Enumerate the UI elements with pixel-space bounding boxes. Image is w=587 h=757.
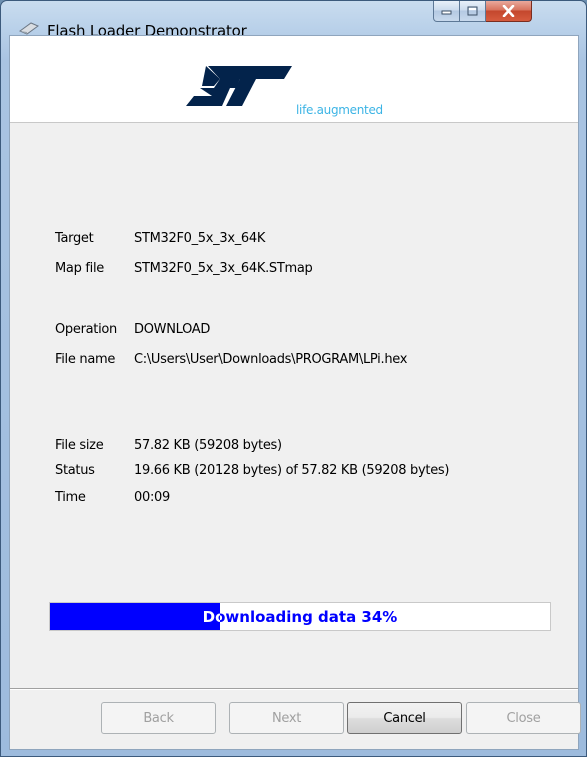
mapfile-label: Map file xyxy=(55,261,104,276)
status-value: 19.66 KB (20128 bytes) of 57.82 KB (5920… xyxy=(134,463,450,478)
back-button[interactable]: Back xyxy=(101,702,216,734)
target-label: Target xyxy=(55,231,94,246)
maximize-button[interactable] xyxy=(460,1,486,22)
close-window-button[interactable] xyxy=(486,1,532,22)
mapfile-value: STM32F0_5x_3x_64K.STmap xyxy=(134,261,313,276)
close-button[interactable]: Close xyxy=(466,702,581,734)
operation-value: DOWNLOAD xyxy=(134,322,211,337)
status-label: Status xyxy=(55,463,95,478)
target-value: STM32F0_5x_3x_64K xyxy=(134,231,266,246)
filesize-label: File size xyxy=(55,438,104,453)
caption-buttons xyxy=(433,1,532,23)
cancel-button[interactable]: Cancel xyxy=(347,702,462,734)
st-logo-icon xyxy=(186,66,292,106)
flash-loader-app-icon xyxy=(19,22,39,35)
next-button[interactable]: Next xyxy=(229,702,344,734)
app-window: Flash Loader Demonstrator life.augmented… xyxy=(0,0,587,757)
progress-text-inverted: Downloading data 34% xyxy=(202,608,220,626)
progress-text-overlay: Downloading data 34% xyxy=(50,603,220,630)
download-progress-bar: Downloading data 34% Downloading data 34… xyxy=(49,602,551,631)
minimize-icon xyxy=(441,10,452,15)
title-bar[interactable]: Flash Loader Demonstrator xyxy=(1,1,586,40)
button-separator xyxy=(10,688,578,690)
maximize-icon xyxy=(467,6,478,16)
dialog-client-area: life.augmented Target STM32F0_5x_3x_64K … xyxy=(9,35,581,750)
tagline-text: life.augmented xyxy=(296,103,383,117)
filename-value: C:\Users\User\Downloads\PROGRAM\LPi.hex xyxy=(134,352,408,367)
time-label: Time xyxy=(55,490,86,505)
close-icon xyxy=(502,5,515,17)
filename-label: File name xyxy=(55,352,116,367)
filesize-value: 57.82 KB (59208 bytes) xyxy=(134,438,282,453)
operation-label: Operation xyxy=(55,322,117,337)
minimize-button[interactable] xyxy=(433,1,460,22)
time-value: 00:09 xyxy=(134,490,170,505)
st-banner: life.augmented xyxy=(10,36,578,123)
